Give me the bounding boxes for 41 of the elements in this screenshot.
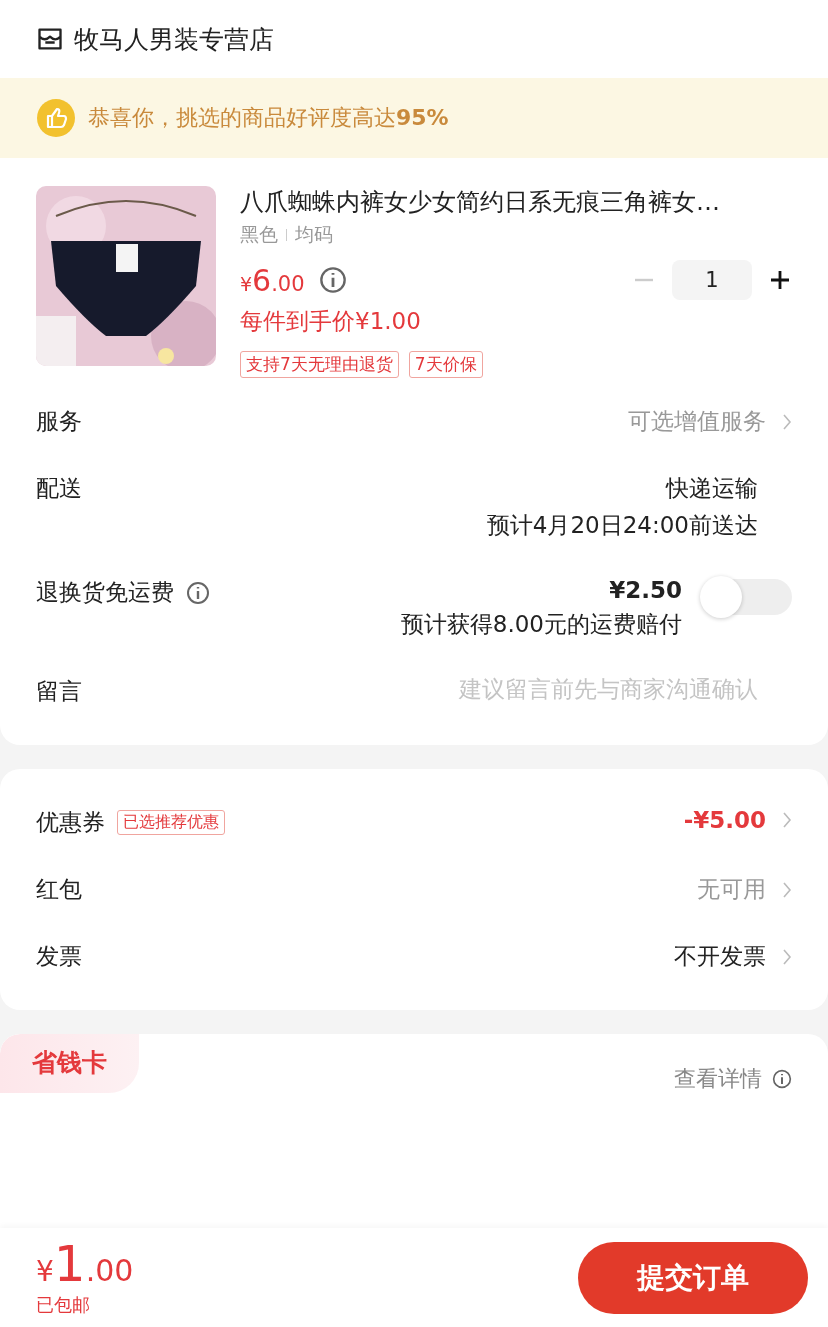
submit-order-button[interactable]: 提交订单 bbox=[578, 1241, 808, 1314]
info-icon[interactable] bbox=[772, 1069, 792, 1089]
product-price: ¥6.00 bbox=[240, 262, 305, 298]
service-tag: 7天价保 bbox=[408, 351, 483, 378]
row-value[interactable]: 可选增值服务 bbox=[628, 406, 766, 437]
quantity-field[interactable]: 1 bbox=[672, 260, 752, 300]
promo-tag: 已选推荐优惠 bbox=[117, 810, 225, 835]
row-value[interactable]: 不开发票 bbox=[674, 941, 766, 972]
store-name[interactable]: 牧马人男装专营店 bbox=[74, 22, 274, 56]
total-price: ¥1.00 bbox=[36, 1238, 134, 1289]
banner-text: 恭喜你，挑选的商品好评度高达95% bbox=[88, 104, 449, 132]
row-label: 退换货免运费 bbox=[36, 578, 174, 607]
delivery-text: 快递运输 bbox=[666, 474, 758, 503]
insurance-price: ¥2.50 bbox=[609, 577, 682, 603]
row-label: 服务 bbox=[36, 407, 82, 436]
chevron-icon bbox=[782, 947, 792, 966]
product-spec: 黑色 bbox=[240, 222, 278, 247]
chevron-icon bbox=[782, 412, 792, 431]
insurance-note: 预计获得8.00元的运费赔付 bbox=[400, 610, 682, 639]
chevron-icon bbox=[782, 880, 792, 899]
product-spec: 均码 bbox=[295, 222, 333, 247]
product-title[interactable]: 八爪蜘蛛内裤女少女简约日系无痕三角裤女… bbox=[240, 186, 792, 218]
row-value[interactable]: 无可用 bbox=[697, 874, 766, 905]
thumbs-up-icon bbox=[36, 98, 76, 138]
toggle-switch[interactable] bbox=[702, 579, 792, 615]
savings-card-tab[interactable]: 省钱卡 bbox=[0, 1034, 139, 1093]
row-label: 配送 bbox=[36, 474, 82, 503]
info-icon[interactable] bbox=[186, 580, 210, 605]
row-label: 留言 bbox=[36, 677, 82, 706]
info-icon[interactable] bbox=[318, 266, 347, 294]
final-price: 每件到手价¥1.00 bbox=[240, 307, 422, 336]
row-value[interactable]: -¥5.00 bbox=[683, 807, 766, 833]
plus-icon[interactable] bbox=[768, 268, 792, 292]
row-label: 发票 bbox=[36, 942, 82, 971]
shipping-note: 已包邮 bbox=[36, 1292, 91, 1317]
delivery-text: 预计4月20日24:00前送达 bbox=[486, 511, 758, 540]
chevron-icon bbox=[782, 811, 792, 829]
details-link[interactable]: 查看详情 bbox=[674, 1064, 762, 1094]
row-label: 红包 bbox=[36, 875, 82, 904]
service-tag: 支持7天无理由退货 bbox=[240, 351, 399, 378]
row-label: 优惠券 bbox=[36, 808, 105, 837]
